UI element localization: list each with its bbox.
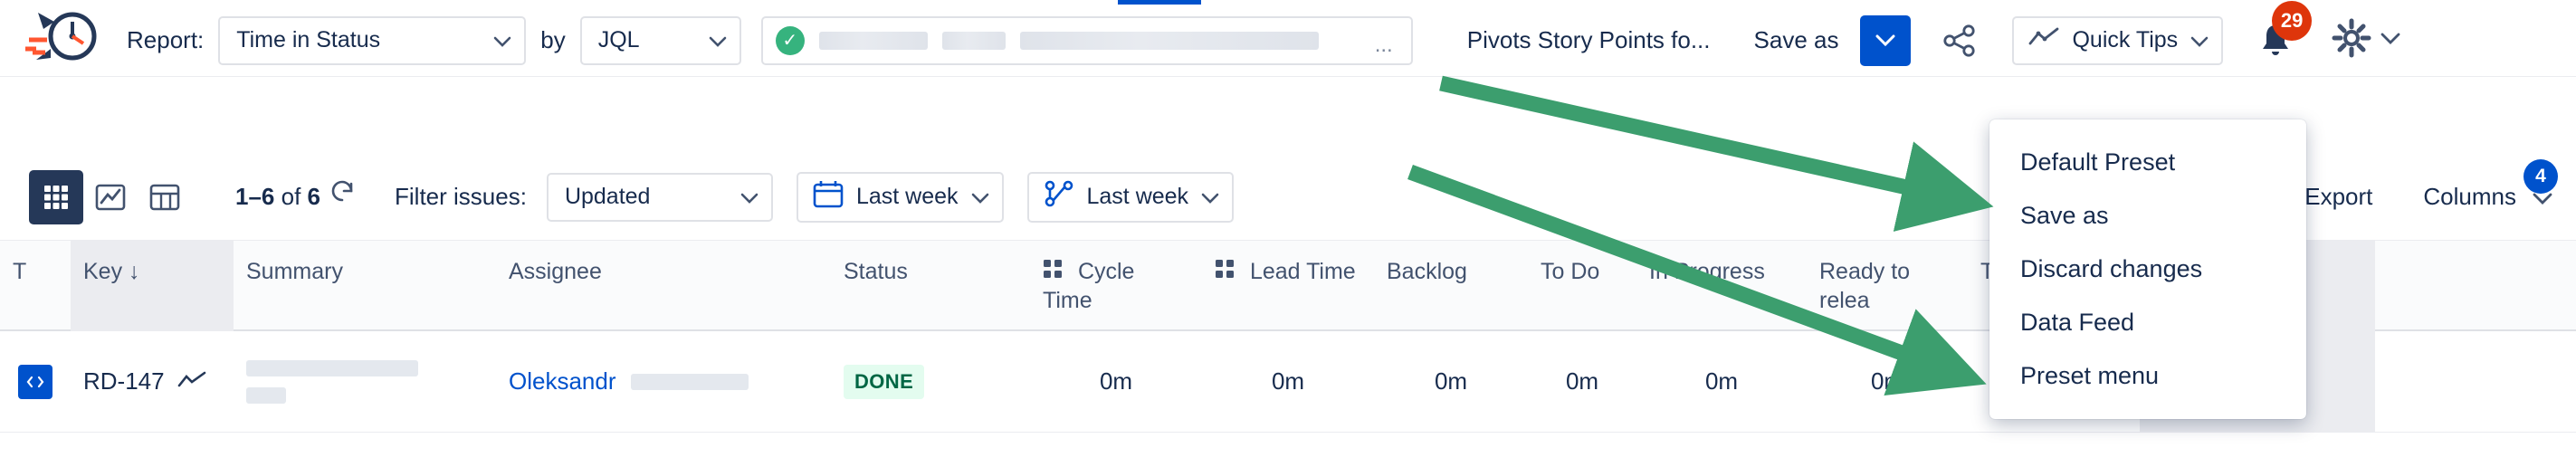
report-type-value: Time in Status: [236, 27, 381, 52]
menu-item-default-preset[interactable]: Default Preset: [1989, 136, 2306, 189]
jql-overflow: ...: [1374, 32, 1393, 57]
chevron-down-icon: [689, 27, 727, 53]
chevron-down-icon: [2380, 33, 2400, 49]
menu-item-data-feed[interactable]: Data Feed: [1989, 296, 2306, 349]
date-range-value: Last week: [855, 184, 959, 209]
columns-badge: 4: [2524, 159, 2558, 194]
chevron-down-icon: [1201, 184, 1219, 210]
summary-redacted-1: [246, 359, 418, 376]
chart-view-button[interactable]: [83, 170, 138, 224]
chevron-down-icon: [720, 184, 758, 210]
quick-tips-label: Quick Tips: [2072, 27, 2179, 52]
th-summary[interactable]: Summary: [234, 241, 496, 286]
jql-redacted-2: [941, 31, 1006, 50]
jql-redacted-1: [818, 31, 928, 50]
columns-label: Columns: [2423, 183, 2516, 210]
sprint-range-chip[interactable]: Last week: [1026, 171, 1235, 223]
count-range: 1–6: [235, 183, 275, 210]
quick-tips-button[interactable]: Quick Tips: [2012, 15, 2224, 65]
jql-input[interactable]: ✓ ...: [760, 15, 1413, 65]
filter-field-value: Updated: [564, 184, 651, 209]
cell-to-do: 0m: [1565, 367, 1599, 395]
chevron-down-icon: [971, 184, 989, 210]
pivot-view-button[interactable]: [138, 170, 192, 224]
th-key[interactable]: Key ↓: [71, 241, 234, 331]
cell-lead-time: 0m: [1271, 367, 1305, 395]
refresh-icon[interactable]: [331, 180, 355, 214]
issue-key[interactable]: RD-147: [83, 367, 165, 396]
th-ready-to-release[interactable]: Ready to relea: [1807, 241, 1968, 315]
settings-button[interactable]: [2332, 18, 2400, 62]
cell-assignee[interactable]: Oleksandr: [496, 331, 831, 433]
check-circle-icon: ✓: [775, 25, 805, 55]
th-cycle-time[interactable]: Cycle Time: [1030, 241, 1202, 315]
th-backlog[interactable]: Backlog: [1374, 241, 1528, 286]
th-status[interactable]: Status: [831, 241, 1030, 286]
menu-item-preset-menu[interactable]: Preset menu: [1989, 349, 2306, 403]
th-in-progress[interactable]: In Progress: [1636, 241, 1807, 286]
branch-icon: [1044, 179, 1074, 214]
menu-item-discard-changes[interactable]: Discard changes: [1989, 243, 2306, 296]
issue-type-icon: [18, 364, 52, 399]
cell-status[interactable]: DONE: [831, 331, 1030, 433]
grid-view-button[interactable]: [29, 169, 83, 224]
calendar-icon: [813, 179, 844, 214]
count-of: of: [281, 183, 301, 210]
main-toolbar: Report: Time in Status by JQL ✓ ... Pivo…: [0, 0, 2576, 77]
th-lead-time[interactable]: Lead Time: [1202, 241, 1374, 286]
gear-icon: [2332, 18, 2371, 62]
issue-count: 1–6 of 6: [235, 183, 320, 211]
cell-summary[interactable]: [234, 331, 496, 433]
th-assignee[interactable]: Assignee: [496, 241, 831, 286]
th-type[interactable]: T: [0, 241, 71, 286]
trend-line-icon[interactable]: [177, 367, 206, 396]
source-select[interactable]: JQL: [579, 15, 741, 65]
share-icon[interactable]: [1934, 15, 1985, 66]
date-range-chip[interactable]: Last week: [796, 171, 1004, 223]
cell-key[interactable]: RD-147: [71, 331, 234, 433]
notification-badge: 29: [2272, 0, 2313, 41]
cell-ready-to-release: 0m: [1870, 367, 1904, 395]
filter-issues-label: Filter issues:: [395, 183, 527, 210]
group-icon: [1043, 259, 1069, 284]
count-total: 6: [307, 183, 321, 210]
th-to-do[interactable]: To Do: [1528, 241, 1636, 286]
cell-backlog: 0m: [1434, 367, 1468, 395]
columns-button[interactable]: Columns 4: [2423, 159, 2558, 211]
group-icon: [1215, 259, 1241, 284]
save-as-button[interactable]: Save as: [1754, 26, 1839, 54]
summary-redacted-2: [246, 386, 286, 404]
preset-dropdown-menu: Default Preset Save as Discard changes D…: [1989, 119, 2306, 419]
cell-type[interactable]: [0, 331, 71, 433]
preset-menu-toggle[interactable]: [1860, 14, 1912, 66]
status-badge: DONE: [844, 364, 925, 399]
assignee-redacted: [630, 373, 749, 390]
assignee-name[interactable]: Oleksandr: [509, 367, 616, 396]
menu-item-save-as[interactable]: Save as: [1989, 189, 2306, 243]
filter-field-select[interactable]: Updated: [546, 172, 773, 222]
report-name: Pivots Story Points fo...: [1466, 26, 1711, 53]
time-in-status-logo[interactable]: [22, 8, 109, 73]
view-switcher: [29, 169, 192, 224]
cell-in-progress: 0m: [1704, 367, 1739, 395]
export-button[interactable]: Export: [2304, 183, 2372, 211]
report-label: Report:: [127, 26, 205, 53]
jql-redacted-3: [1019, 31, 1319, 50]
chevron-down-icon: [2190, 27, 2209, 53]
sort-desc-arrow-icon: ↓: [129, 259, 140, 284]
by-label: by: [540, 26, 566, 53]
cell-cycle-time: 0m: [1099, 367, 1133, 395]
chevron-down-icon: [473, 27, 511, 53]
report-type-select[interactable]: Time in Status: [218, 15, 527, 65]
sprint-range-value: Last week: [1086, 184, 1189, 209]
notifications-button[interactable]: 29: [2250, 0, 2313, 66]
trend-line-icon: [2028, 27, 2059, 53]
source-value: JQL: [597, 27, 640, 52]
